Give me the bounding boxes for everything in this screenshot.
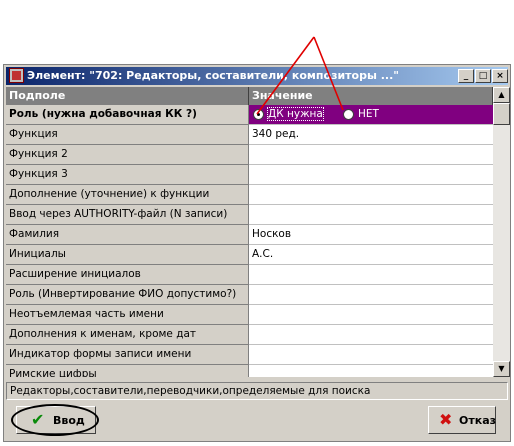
vertical-scrollbar[interactable]: ▲ ▼ xyxy=(493,87,510,377)
minimize-button[interactable]: _ xyxy=(458,69,474,83)
field-label: Функция xyxy=(6,125,249,145)
value-cell[interactable] xyxy=(249,205,493,225)
column-header-value[interactable]: Значение xyxy=(249,87,493,105)
table-row[interactable]: Инициалы А.С. xyxy=(6,245,493,265)
radio-dk-needed[interactable] xyxy=(253,109,264,120)
field-label: Дополнения к именам, кроме дат xyxy=(6,325,249,345)
checkmark-icon: ✔ xyxy=(31,410,45,429)
field-label: Роль (нужна добавочная КК ?) xyxy=(6,105,249,125)
field-label: Ввод через AUTHORITY-файл (N записи) xyxy=(6,205,249,225)
scroll-up-icon[interactable]: ▲ xyxy=(493,87,510,103)
field-label: Фамилия xyxy=(6,225,249,245)
radio-no[interactable] xyxy=(343,109,354,120)
table-row[interactable]: Фамилия Носков xyxy=(6,225,493,245)
field-label: Римские цифры xyxy=(6,365,249,377)
value-cell[interactable] xyxy=(249,145,493,165)
field-label: Функция 3 xyxy=(6,165,249,185)
value-cell[interactable]: 340 ред. xyxy=(249,125,493,145)
value-cell[interactable] xyxy=(249,285,493,305)
value-cell[interactable] xyxy=(249,325,493,345)
table-row[interactable]: Индикатор формы записи имени xyxy=(6,345,493,365)
maximize-button[interactable]: □ xyxy=(475,69,491,83)
enter-button-label: Ввод xyxy=(53,414,85,427)
app-icon[interactable] xyxy=(9,68,24,83)
value-cell[interactable] xyxy=(249,305,493,325)
dialog-window: Элемент: "702: Редакторы, составители, к… xyxy=(3,64,511,442)
table-row[interactable]: Неотъемлемая часть имени xyxy=(6,305,493,325)
table-row[interactable]: Дополнение (уточнение) к функции xyxy=(6,185,493,205)
table-row[interactable]: Функция 340 ред. xyxy=(6,125,493,145)
status-bar: Редакторы,составители,переводчики,опреде… xyxy=(6,382,508,400)
radio-label[interactable]: НЕТ xyxy=(358,108,379,120)
table-row[interactable]: Функция 2 xyxy=(6,145,493,165)
enter-button[interactable]: ✔ Ввод xyxy=(16,406,96,434)
scroll-thumb[interactable] xyxy=(493,103,510,125)
value-cell[interactable]: А.С. xyxy=(249,245,493,265)
field-label: Роль (Инвертирование ФИО допустимо?) xyxy=(6,285,249,305)
column-header-subfield[interactable]: Подполе xyxy=(6,87,249,105)
radio-label[interactable]: ДК нужна xyxy=(267,107,324,121)
value-cell[interactable] xyxy=(249,265,493,285)
table-row[interactable]: Расширение инициалов xyxy=(6,265,493,285)
value-cell[interactable] xyxy=(249,345,493,365)
window-title: Элемент: "702: Редакторы, составители, к… xyxy=(27,69,400,82)
value-cell[interactable]: ДК нужна НЕТ xyxy=(249,105,493,125)
field-label: Расширение инициалов xyxy=(6,265,249,285)
field-label: Инициалы xyxy=(6,245,249,265)
table-row[interactable]: Роль (Инвертирование ФИО допустимо?) xyxy=(6,285,493,305)
table-row[interactable]: Роль (нужна добавочная КК ?) ДК нужна НЕ… xyxy=(6,105,493,125)
field-label: Дополнение (уточнение) к функции xyxy=(6,185,249,205)
table-row[interactable]: Римские цифры xyxy=(6,365,493,377)
field-grid: Подполе Значение Роль (нужна добавочная … xyxy=(6,87,493,377)
value-cell[interactable] xyxy=(249,165,493,185)
close-button[interactable]: × xyxy=(492,69,508,83)
value-cell[interactable] xyxy=(249,365,493,377)
cancel-button[interactable]: ✖ Отказ xyxy=(428,406,496,434)
table-row[interactable]: Дополнения к именам, кроме дат xyxy=(6,325,493,345)
table-row[interactable]: Функция 3 xyxy=(6,165,493,185)
value-cell[interactable]: Носков xyxy=(249,225,493,245)
table-row[interactable]: Ввод через AUTHORITY-файл (N записи) xyxy=(6,205,493,225)
field-label: Неотъемлемая часть имени xyxy=(6,305,249,325)
field-label: Функция 2 xyxy=(6,145,249,165)
cancel-button-label: Отказ xyxy=(459,414,497,427)
field-label: Индикатор формы записи имени xyxy=(6,345,249,365)
title-bar[interactable]: Элемент: "702: Редакторы, составители, к… xyxy=(6,67,508,85)
x-icon: ✖ xyxy=(439,410,453,429)
value-cell[interactable] xyxy=(249,185,493,205)
scroll-down-icon[interactable]: ▼ xyxy=(493,361,510,377)
